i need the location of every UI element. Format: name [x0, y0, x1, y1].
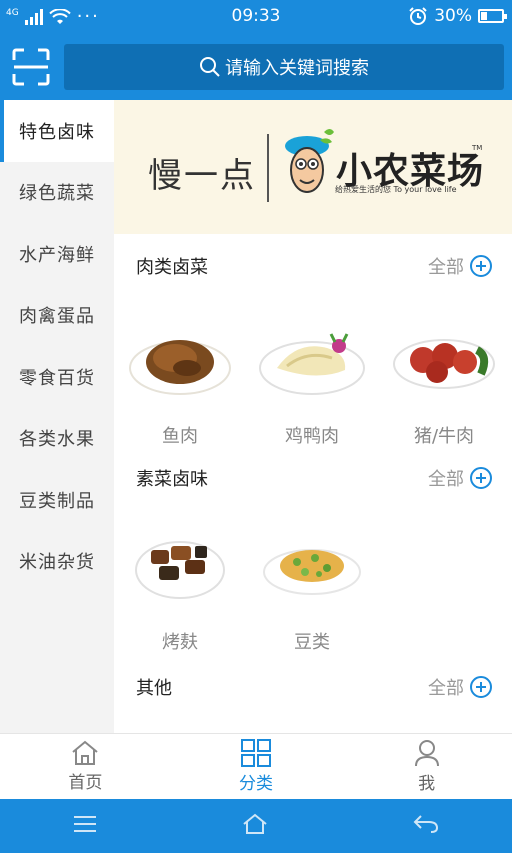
- battery-fill: [481, 12, 487, 20]
- back-button[interactable]: [413, 814, 439, 838]
- sidebar-item-bean-products[interactable]: 豆类制品: [0, 469, 114, 531]
- section-header-other: 其他 全部: [114, 669, 512, 705]
- sidebar-item-label: 特色卤味: [19, 121, 95, 143]
- sidebar-item-meat-poultry-eggs[interactable]: 肉禽蛋品: [0, 285, 114, 347]
- tab-label: 首页: [68, 773, 103, 793]
- menu-icon: [73, 816, 96, 832]
- sidebar-item-label: 各类水果: [19, 429, 95, 451]
- section-header-meat: 肉类卤菜 全部: [114, 234, 512, 298]
- section-title: 肉类卤菜: [136, 257, 208, 278]
- alarm-icon: [409, 7, 427, 25]
- kaofu-dish-icon: [125, 516, 235, 616]
- battery-icon: [478, 9, 507, 23]
- plus-circle-icon: [470, 467, 492, 489]
- pork-beef-dish-icon: [389, 310, 499, 410]
- menu-button[interactable]: [73, 815, 97, 837]
- view-all-label: 全部: [428, 257, 464, 278]
- sidebar-item-grain-oil[interactable]: 米油杂货: [0, 531, 114, 593]
- back-arrow-icon: [413, 815, 439, 833]
- view-all-button[interactable]: 全部: [428, 465, 492, 491]
- tab-label: 分类: [239, 774, 273, 794]
- product-name: 烤麸: [162, 632, 198, 653]
- product-name: 豆类: [294, 632, 330, 653]
- sidebar-item-seafood[interactable]: 水产海鲜: [0, 223, 114, 285]
- bottom-tab-bar: 首页 分类 我: [0, 733, 512, 799]
- promo-banner[interactable]: 慢一点 小农菜场 TM 给热爱生活的您 To your love life: [114, 100, 512, 234]
- home-icon: [72, 740, 98, 765]
- battery-percent: 30%: [434, 6, 472, 26]
- top-bar: 请输入关键词搜索: [0, 34, 512, 100]
- home-outline-icon: [243, 813, 267, 834]
- tab-me[interactable]: 我: [341, 734, 512, 799]
- banner-divider: [267, 134, 269, 202]
- sidebar-item-label: 豆类制品: [19, 490, 95, 512]
- product-item[interactable]: 烤麸: [114, 504, 246, 669]
- category-sidebar: 特色卤味 绿色蔬菜 水产海鲜 肉禽蛋品 零食百货 各类水果 豆类制品 米油杂货: [0, 100, 114, 733]
- braised-fish-dish-icon: [125, 310, 235, 410]
- sidebar-item-snacks-goods[interactable]: 零食百货: [0, 346, 114, 408]
- home-button[interactable]: [242, 813, 268, 839]
- product-item[interactable]: 猪/牛肉: [378, 298, 510, 452]
- system-nav-bar: [0, 799, 512, 853]
- sidebar-item-label: 零食百货: [19, 367, 95, 389]
- tab-home[interactable]: 首页: [0, 734, 171, 799]
- sidebar-item-label: 肉禽蛋品: [19, 306, 95, 328]
- section-title: 素菜卤味: [136, 469, 208, 490]
- grid-icon: [241, 739, 271, 767]
- section-title: 其他: [136, 678, 172, 699]
- search-placeholder: 请输入关键词搜索: [225, 58, 369, 79]
- product-name: 猪/牛肉: [413, 426, 475, 447]
- section-header-vegetarian: 素菜卤味 全部: [114, 452, 512, 504]
- product-item[interactable]: 鱼肉: [114, 298, 246, 452]
- sidebar-item-green-vegetables[interactable]: 绿色蔬菜: [0, 162, 114, 224]
- banner-slogan: 慢一点: [148, 156, 256, 196]
- scan-icon: [12, 48, 50, 86]
- view-all-label: 全部: [428, 469, 464, 490]
- item-grid-meat: 鱼肉 鸡鸭肉 猪/牛肉: [114, 298, 512, 452]
- tab-label: 我: [418, 774, 436, 794]
- product-name: 鸡鸭肉: [285, 426, 339, 447]
- item-grid-vegetarian: 烤麸 豆类: [114, 504, 512, 669]
- banner-tm: TM: [472, 144, 483, 152]
- search-icon: [200, 57, 220, 77]
- sidebar-item-label: 水产海鲜: [19, 244, 95, 266]
- farmer-mascot-icon: [285, 129, 334, 193]
- user-icon: [414, 740, 439, 767]
- product-name: 鱼肉: [162, 426, 198, 447]
- sidebar-item-label: 绿色蔬菜: [19, 183, 95, 205]
- view-all-button[interactable]: 全部: [428, 674, 492, 700]
- search-input[interactable]: 请输入关键词搜索: [64, 44, 504, 90]
- sidebar-item-special-braised[interactable]: 特色卤味: [0, 100, 114, 162]
- view-all-label: 全部: [428, 678, 464, 699]
- sidebar-item-fruits[interactable]: 各类水果: [0, 408, 114, 470]
- chicken-duck-dish-icon: [257, 310, 367, 410]
- banner-tagline: 给热爱生活的您 To your love life: [335, 185, 457, 194]
- scan-button[interactable]: [12, 48, 50, 86]
- category-content: 慢一点 小农菜场 TM 给热爱生活的您 To your love life 肉类…: [114, 100, 512, 733]
- status-bar: 4G ··· 09:33 30%: [0, 0, 512, 34]
- tab-category[interactable]: 分类: [171, 734, 342, 799]
- sidebar-item-label: 米油杂货: [19, 552, 95, 574]
- status-right: 30%: [408, 6, 507, 26]
- view-all-button[interactable]: 全部: [428, 253, 492, 279]
- plus-circle-icon: [470, 676, 492, 698]
- plus-circle-icon: [470, 255, 492, 277]
- product-item[interactable]: 豆类: [246, 504, 378, 669]
- beans-dish-icon: [257, 516, 367, 616]
- product-item[interactable]: 鸡鸭肉: [246, 298, 378, 452]
